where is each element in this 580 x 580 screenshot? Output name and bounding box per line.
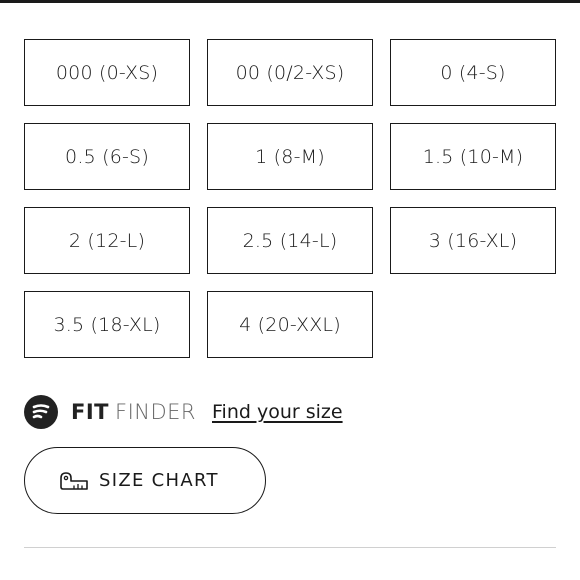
size-option[interactable]: 2.5 (14-L): [207, 207, 373, 274]
fit-finder-brand-light: FINDER: [114, 400, 196, 424]
size-option[interactable]: 3 (16-XL): [390, 207, 556, 274]
fit-finder-brand-bold: FIT: [71, 400, 109, 424]
size-option[interactable]: 4 (20-XXL): [207, 291, 373, 358]
size-option[interactable]: 1.5 (10-M): [390, 123, 556, 190]
size-option[interactable]: 0 (4-S): [390, 39, 556, 106]
size-chart-button[interactable]: SIZE CHART: [24, 447, 266, 514]
size-selector-panel: 000 (0-XS) 00 (0/2-XS) 0 (4-S) 0.5 (6-S)…: [0, 0, 580, 580]
find-your-size-link[interactable]: Find your size: [212, 401, 343, 423]
fit-finder-logo-icon: [24, 395, 58, 429]
size-option[interactable]: 0.5 (6-S): [24, 123, 190, 190]
top-divider: [0, 0, 580, 3]
size-chart-label: SIZE CHART: [99, 470, 219, 491]
ruler-icon: [59, 470, 89, 492]
size-grid: 000 (0-XS) 00 (0/2-XS) 0 (4-S) 0.5 (6-S)…: [24, 39, 556, 358]
size-option[interactable]: 1 (8-M): [207, 123, 373, 190]
fit-finder-logo-glyph: [32, 404, 50, 419]
fit-finder: FIT FINDER Find your size: [24, 394, 343, 430]
size-option[interactable]: 00 (0/2-XS): [207, 39, 373, 106]
size-option[interactable]: 000 (0-XS): [24, 39, 190, 106]
size-option[interactable]: 2 (12-L): [24, 207, 190, 274]
bottom-divider: [24, 547, 556, 548]
size-option[interactable]: 3.5 (18-XL): [24, 291, 190, 358]
